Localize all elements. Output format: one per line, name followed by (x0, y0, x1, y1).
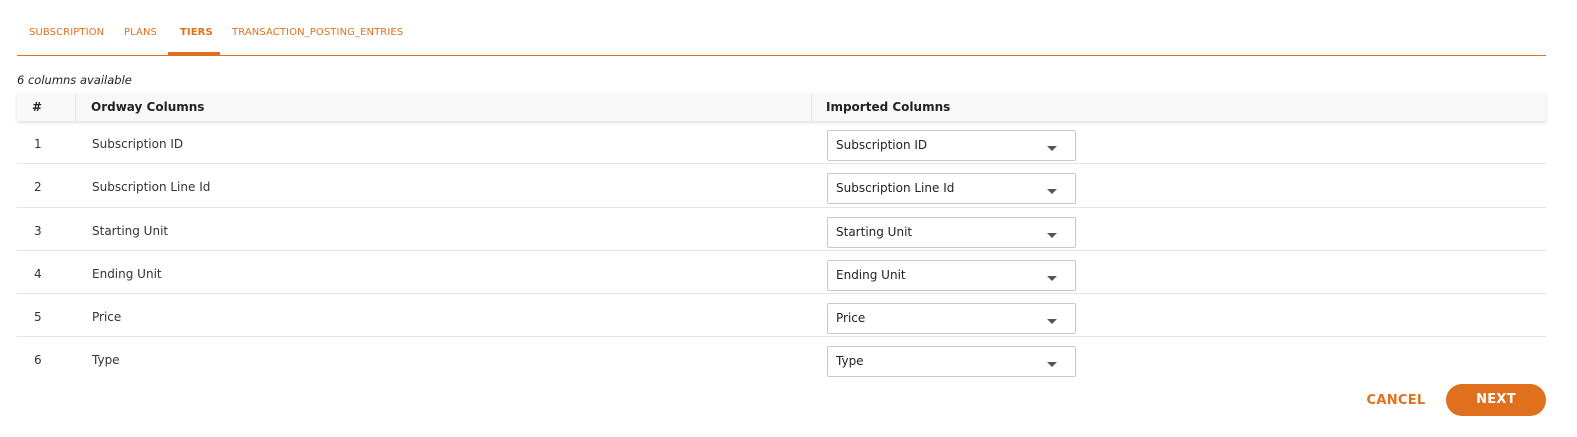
table-row: 6 Type Type (17, 337, 1546, 380)
tab-transaction-posting-entries[interactable]: TRANSACTION_POSTING_ENTRIES (232, 27, 403, 38)
column-mapping-table: # Ordway Columns Imported Columns 1 Subs… (17, 93, 1546, 381)
ordway-column-name: Starting Unit (92, 223, 169, 238)
ordway-column-name: Price (92, 310, 122, 325)
next-button[interactable]: NEXT (1446, 384, 1546, 416)
imported-column-select[interactable]: Ending Unit (827, 259, 1076, 291)
table-row: 4 Ending Unit Ending Unit (17, 251, 1546, 295)
table-row: 2 Subscription Line Id Subscription Line… (17, 164, 1546, 208)
table-header: # Ordway Columns Imported Columns (17, 93, 1546, 121)
table-row: 5 Price Price (17, 294, 1546, 338)
row-index: 1 (34, 137, 42, 151)
imported-column-select[interactable]: Starting Unit (827, 216, 1076, 248)
tab-plans[interactable]: PLANS (124, 27, 157, 38)
imported-column-select[interactable]: Subscription Line Id (827, 173, 1076, 205)
row-index: 5 (34, 310, 42, 325)
chevron-down-icon (1047, 146, 1057, 151)
header-index: # (32, 100, 43, 114)
selected-value: Price (836, 311, 866, 326)
ordway-column-name: Subscription ID (92, 137, 184, 151)
import-tabs: SUBSCRIPTION PLANS TIERS TRANSACTION_POS… (17, 0, 1546, 56)
header-ordway-columns: Ordway Columns (91, 100, 205, 114)
header-divider[interactable] (75, 93, 76, 121)
columns-available-count: 6 columns available (17, 73, 132, 87)
ordway-column-name: Ending Unit (92, 266, 162, 281)
chevron-down-icon (1047, 275, 1057, 281)
selected-value: Subscription Line Id (836, 181, 955, 196)
selected-value: Ending Unit (836, 267, 906, 282)
chevron-down-icon (1047, 189, 1057, 195)
chevron-down-icon (1047, 232, 1057, 238)
row-index: 4 (34, 266, 42, 281)
active-tab-indicator (168, 52, 220, 55)
table-row: 1 Subscription ID Subscription ID (17, 121, 1546, 165)
row-index: 3 (34, 223, 42, 238)
row-index: 2 (34, 180, 42, 195)
chevron-down-icon (1047, 319, 1057, 325)
imported-column-select[interactable]: Type (827, 346, 1076, 378)
selected-value: Subscription ID (836, 138, 928, 152)
imported-column-select[interactable]: Subscription ID (827, 130, 1076, 161)
table-row: 3 Starting Unit Starting Unit (17, 208, 1546, 251)
cancel-button[interactable]: CANCEL (1358, 385, 1434, 416)
ordway-column-name: Subscription Line Id (92, 180, 211, 195)
tab-tiers[interactable]: TIERS (180, 27, 213, 38)
selected-value: Type (836, 354, 864, 369)
header-divider[interactable] (811, 93, 812, 121)
ordway-column-name: Type (92, 353, 120, 368)
row-index: 6 (34, 353, 42, 368)
imported-column-select[interactable]: Price (827, 303, 1076, 335)
chevron-down-icon (1047, 362, 1057, 368)
tab-subscription[interactable]: SUBSCRIPTION (29, 27, 104, 38)
selected-value: Starting Unit (836, 224, 913, 239)
header-imported-columns: Imported Columns (826, 100, 951, 114)
